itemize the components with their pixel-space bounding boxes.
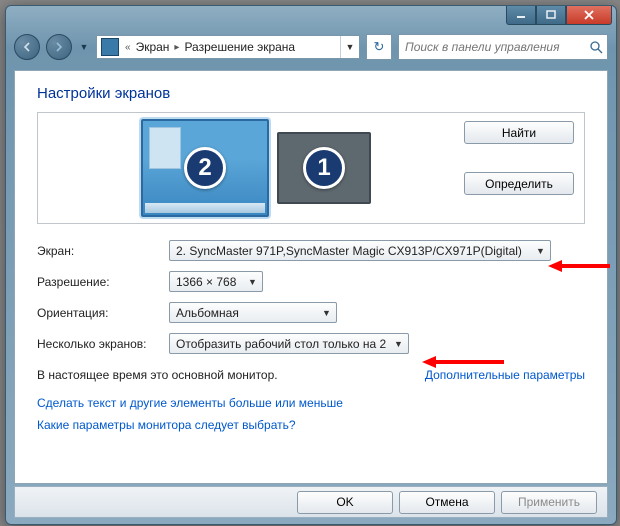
advanced-settings-link[interactable]: Дополнительные параметры xyxy=(425,368,585,382)
text-size-link[interactable]: Сделать текст и другие элементы больше и… xyxy=(37,396,585,410)
monitors-area[interactable]: 2 1 xyxy=(38,113,474,223)
chevron-down-icon: ▼ xyxy=(391,336,406,351)
monitor-number: 1 xyxy=(303,147,345,189)
monitor-1[interactable]: 1 xyxy=(277,132,371,204)
monitor-number: 2 xyxy=(184,147,226,189)
minimize-button[interactable] xyxy=(506,6,536,25)
monitor-2[interactable]: 2 xyxy=(141,119,269,217)
detect-button[interactable]: Найти xyxy=(464,121,574,144)
orientation-value: Альбомная xyxy=(176,306,239,320)
resolution-label: Разрешение: xyxy=(37,275,169,289)
search-box[interactable] xyxy=(398,34,608,60)
resolution-value: 1366 × 768 xyxy=(176,275,236,289)
display-select[interactable]: 2. SyncMaster 971P,SyncMaster Magic CX91… xyxy=(169,240,551,261)
primary-monitor-status: В настоящее время это основной монитор. xyxy=(37,368,278,382)
titlebar xyxy=(6,6,616,30)
search-icon xyxy=(585,41,607,54)
refresh-button[interactable]: ↻ xyxy=(366,34,392,60)
multiple-displays-select[interactable]: Отобразить рабочий стол только на 2 ▼ xyxy=(169,333,409,354)
breadcrumb[interactable]: Экран xyxy=(133,40,173,54)
nav-forward-button[interactable] xyxy=(46,34,72,60)
breadcrumb-overflow: « xyxy=(123,42,133,53)
close-button[interactable] xyxy=(566,6,612,25)
settings-form: Экран: 2. SyncMaster 971P,SyncMaster Mag… xyxy=(37,240,585,354)
orientation-select[interactable]: Альбомная ▼ xyxy=(169,302,337,323)
location-icon xyxy=(101,38,119,56)
ok-button[interactable]: OK xyxy=(297,491,393,514)
nav-history-dropdown[interactable]: ▼ xyxy=(78,42,90,52)
display-label: Экран: xyxy=(37,244,169,258)
orientation-label: Ориентация: xyxy=(37,306,169,320)
identify-button[interactable]: Определить xyxy=(464,172,574,195)
chevron-down-icon: ▼ xyxy=(319,305,334,320)
page-title: Настройки экранов xyxy=(37,85,585,102)
chevron-down-icon: ▼ xyxy=(533,243,548,258)
apply-button[interactable]: Применить xyxy=(501,491,597,514)
nav-back-button[interactable] xyxy=(14,34,40,60)
which-settings-link[interactable]: Какие параметры монитора следует выбрать… xyxy=(37,418,585,432)
monitors-preview: 2 1 Найти Определить xyxy=(37,112,585,224)
nav-row: ▼ « Экран ▸ Разрешение экрана ▼ ↻ xyxy=(6,30,616,64)
address-bar[interactable]: « Экран ▸ Разрешение экрана ▼ xyxy=(96,35,360,59)
chevron-down-icon: ▼ xyxy=(245,274,260,289)
resolution-select[interactable]: 1366 × 768 ▼ xyxy=(169,271,263,292)
address-dropdown[interactable]: ▼ xyxy=(340,36,359,58)
breadcrumb[interactable]: Разрешение экрана xyxy=(181,40,298,54)
maximize-button[interactable] xyxy=(536,6,566,25)
multiple-displays-label: Несколько экранов: xyxy=(37,337,169,351)
display-value: 2. SyncMaster 971P,SyncMaster Magic CX91… xyxy=(176,244,522,258)
multiple-displays-value: Отобразить рабочий стол только на 2 xyxy=(176,337,386,351)
dialog-footer: OK Отмена Применить xyxy=(14,486,608,518)
window-frame: ▼ « Экран ▸ Разрешение экрана ▼ ↻ Настро… xyxy=(5,5,617,525)
chevron-right-icon: ▸ xyxy=(172,42,181,53)
content-panel: Настройки экранов 2 1 Найти Определить xyxy=(14,70,608,484)
taskbar-preview xyxy=(145,203,265,213)
cancel-button[interactable]: Отмена xyxy=(399,491,495,514)
search-input[interactable] xyxy=(399,40,585,54)
